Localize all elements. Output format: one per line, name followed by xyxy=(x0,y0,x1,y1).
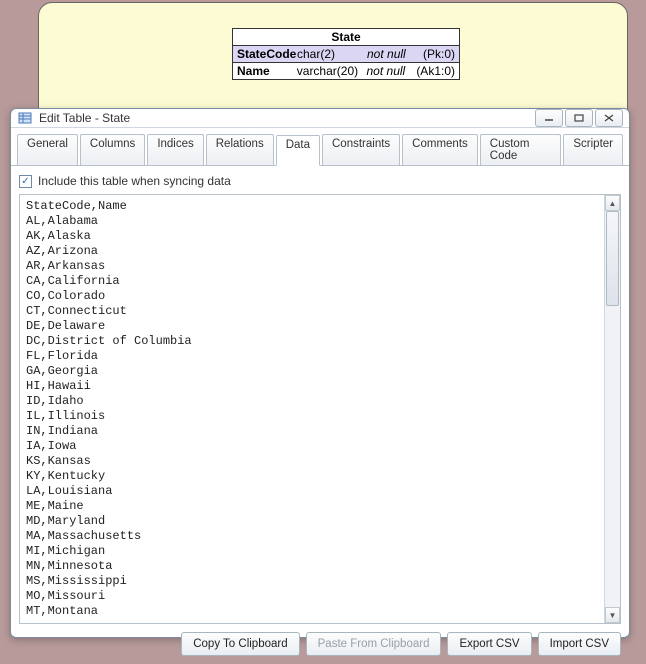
tab-data[interactable]: Data xyxy=(276,135,320,166)
tab-bar: GeneralColumnsIndicesRelationsDataConstr… xyxy=(11,128,629,166)
tab-custom-code[interactable]: Custom Code xyxy=(480,134,562,165)
tab-comments[interactable]: Comments xyxy=(402,134,478,165)
titlebar: Edit Table - State xyxy=(11,109,629,128)
tab-relations[interactable]: Relations xyxy=(206,134,274,165)
tab-general[interactable]: General xyxy=(17,134,78,165)
scroll-down-arrow[interactable]: ▼ xyxy=(605,607,620,623)
tab-panel-data: ✓ Include this table when syncing data S… xyxy=(11,166,629,664)
paste-from-clipboard-button: Paste From Clipboard xyxy=(306,632,442,656)
vertical-scrollbar[interactable]: ▲ ▼ xyxy=(604,195,620,623)
entity-column-row[interactable]: StateCodechar(2)not null(Pk:0) xyxy=(233,46,459,63)
window-title: Edit Table - State xyxy=(39,111,535,125)
copy-to-clipboard-button[interactable]: Copy To Clipboard xyxy=(181,632,299,656)
sync-checkbox-row: ✓ Include this table when syncing data xyxy=(19,174,621,188)
entity-column-key: (Pk:0) xyxy=(417,47,455,61)
data-textarea-container: StateCode,Name AL,Alabama AK,Alaska AZ,A… xyxy=(19,194,621,624)
entity-column-nullable: not null xyxy=(367,47,417,61)
sync-checkbox[interactable]: ✓ xyxy=(19,175,32,188)
minimize-button[interactable] xyxy=(535,109,563,127)
entity-title: State xyxy=(233,29,459,46)
maximize-button[interactable] xyxy=(565,109,593,127)
scroll-thumb[interactable] xyxy=(606,211,619,306)
entity-table[interactable]: State StateCodechar(2)not null(Pk:0)Name… xyxy=(232,28,460,80)
entity-column-key: (Ak1:0) xyxy=(416,64,455,78)
tab-scripter[interactable]: Scripter xyxy=(563,134,623,165)
tab-indices[interactable]: Indices xyxy=(147,134,203,165)
entity-column-type: char(2) xyxy=(297,47,367,61)
entity-column-row[interactable]: Namevarchar(20)not null(Ak1:0) xyxy=(233,63,459,79)
export-csv-button[interactable]: Export CSV xyxy=(447,632,531,656)
button-row: Copy To Clipboard Paste From Clipboard E… xyxy=(19,630,621,656)
data-textarea[interactable]: StateCode,Name AL,Alabama AK,Alaska AZ,A… xyxy=(20,195,604,623)
entity-column-name: Name xyxy=(237,64,297,78)
scroll-up-arrow[interactable]: ▲ xyxy=(605,195,620,211)
close-button[interactable] xyxy=(595,109,623,127)
edit-table-window: Edit Table - State GeneralColumnsIndices… xyxy=(10,108,630,638)
tab-columns[interactable]: Columns xyxy=(80,134,145,165)
entity-column-nullable: not null xyxy=(367,64,417,78)
sync-checkbox-label: Include this table when syncing data xyxy=(38,174,231,188)
import-csv-button[interactable]: Import CSV xyxy=(538,632,621,656)
table-icon xyxy=(17,110,33,126)
entity-column-type: varchar(20) xyxy=(297,64,367,78)
tab-constraints[interactable]: Constraints xyxy=(322,134,400,165)
entity-column-name: StateCode xyxy=(237,47,297,61)
